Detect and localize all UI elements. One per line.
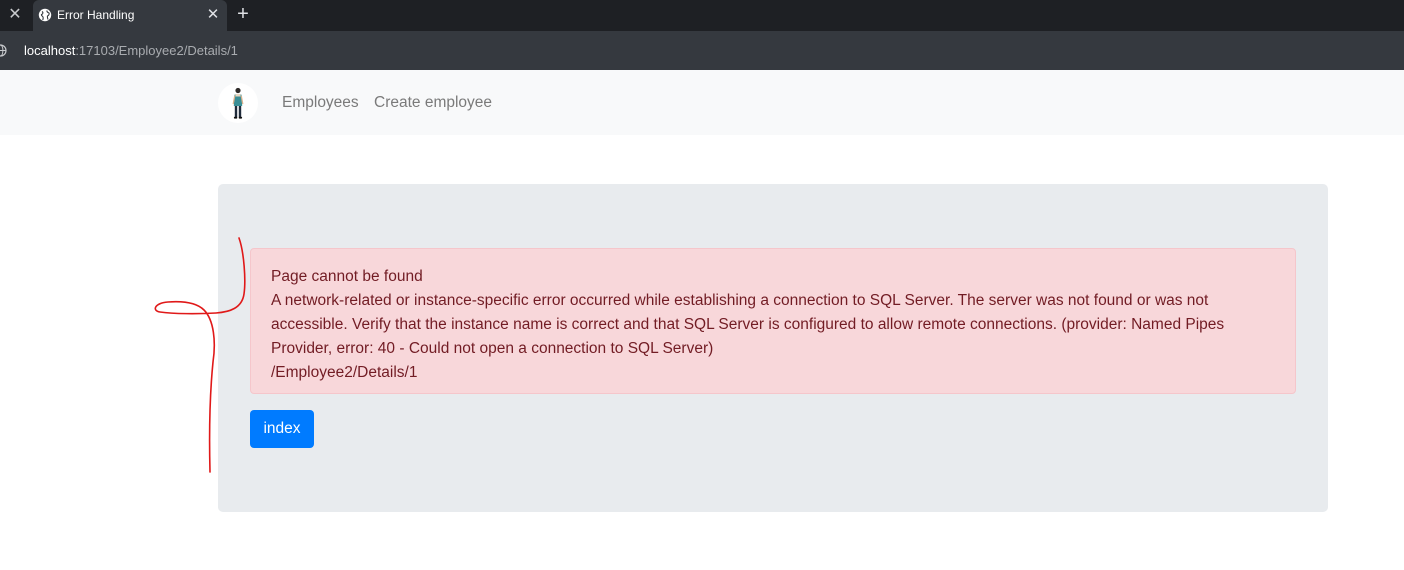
person-icon <box>232 87 244 119</box>
browser-tab-strip: ✕ Error Handling ✕ + <box>0 0 1404 31</box>
plus-icon[interactable]: + <box>232 3 254 25</box>
tab-error-handling[interactable]: Error Handling ✕ <box>33 0 227 31</box>
error-panel: Page cannot be found A network-related o… <box>218 184 1328 512</box>
close-icon[interactable]: ✕ <box>4 4 26 26</box>
tab-title: Error Handling <box>57 8 135 22</box>
person-logo[interactable] <box>218 83 258 123</box>
index-button[interactable]: index <box>250 410 314 448</box>
site-navbar: Employees Create employee <box>0 70 1404 135</box>
url-host: localhost <box>24 43 76 58</box>
error-title: Page cannot be found <box>271 268 423 285</box>
nav-link-create-employee[interactable]: Create employee <box>374 94 492 112</box>
close-icon[interactable]: ✕ <box>203 5 223 25</box>
globe-icon <box>0 44 7 57</box>
nav-link-employees[interactable]: Employees <box>282 94 359 112</box>
globe-icon <box>38 8 52 22</box>
error-alert: Page cannot be found A network-related o… <box>250 248 1296 394</box>
error-message: A network-related or instance-specific e… <box>271 292 1225 357</box>
url-path: :17103/Employee2/Details/1 <box>75 43 238 58</box>
url-text[interactable]: localhost:17103/Employee2/Details/1 <box>24 43 238 58</box>
error-path: /Employee2/Details/1 <box>271 364 418 381</box>
address-bar[interactable]: localhost:17103/Employee2/Details/1 <box>0 31 1404 70</box>
